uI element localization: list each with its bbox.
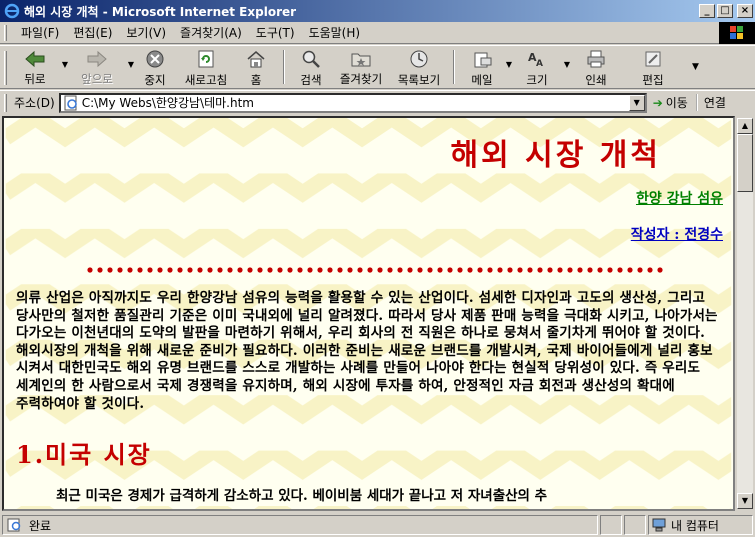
svg-text:A: A (536, 59, 543, 69)
page-viewport[interactable]: 해외 시장 개척 한양 강남 섬유 작성자 : 전경수 의류 산업은 아직까지도… (2, 116, 735, 511)
printer-icon (586, 49, 606, 69)
stop-icon (145, 49, 165, 69)
status-cell (600, 515, 622, 535)
section-heading-usa: 1.미국 시장 (16, 440, 152, 470)
menu-favorites[interactable]: 즐겨찾기(A) (173, 22, 249, 43)
mail-button[interactable]: 메일 ▼ (460, 47, 512, 87)
go-button[interactable]: ➔ 이동 (653, 94, 688, 111)
address-bar: 주소(D) C:\My Webs\한양강남\테마.htm ▼ ➔ 이동 연결 (0, 90, 755, 114)
mail-icon (472, 49, 492, 69)
standard-toolbar: 뒤로 ▼ 앞으로 ▼ 중지 새로고침 홈 검색 즐겨찾기 목록보기 메일 ▼ A… (0, 45, 755, 89)
status-cell (624, 515, 646, 535)
ie-logo-icon (4, 3, 20, 19)
stop-button[interactable]: 중지 (132, 47, 178, 87)
address-input[interactable]: C:\My Webs\한양강남\테마.htm ▼ (58, 92, 647, 113)
menu-view[interactable]: 보기(V) (119, 22, 173, 43)
menu-grip[interactable] (4, 25, 7, 41)
toolbar-separator (453, 50, 455, 84)
intro-paragraph: 의류 산업은 아직까지도 우리 한양강남 섬유의 능력을 활용할 수 있는 산업… (16, 290, 718, 412)
print-button[interactable]: 인쇄 (574, 47, 618, 87)
home-icon (246, 49, 266, 69)
menu-tools[interactable]: 도구(T) (249, 22, 302, 43)
refresh-button[interactable]: 새로고침 (178, 47, 234, 87)
history-icon (409, 49, 429, 69)
back-arrow-icon (24, 49, 46, 68)
toolbar-overflow-icon[interactable]: ▼ (692, 62, 699, 72)
menu-bar: 파일(F) 편집(E) 보기(V) 즐겨찾기(A) 도구(T) 도움말(H) (0, 22, 755, 44)
security-zone: 내 컴퓨터 (671, 518, 719, 533)
menu-file[interactable]: 파일(F) (14, 22, 66, 43)
search-button[interactable]: 검색 (290, 47, 332, 87)
scroll-thumb[interactable] (737, 134, 753, 192)
address-value[interactable]: C:\My Webs\한양강남\테마.htm (82, 94, 629, 111)
refresh-icon (196, 49, 216, 69)
favorites-button[interactable]: 즐겨찾기 (332, 47, 390, 87)
edit-button[interactable]: 편집 (628, 47, 678, 87)
address-label: 주소(D) (14, 96, 55, 110)
my-computer-icon (652, 518, 666, 532)
address-dropdown-icon[interactable]: ▼ (628, 94, 645, 111)
go-arrow-icon: ➔ (652, 95, 663, 110)
forward-arrow-icon (86, 49, 108, 68)
company-link[interactable]: 한양 강남 섬유 (636, 191, 723, 207)
windows-logo-icon (719, 22, 755, 44)
links-toolbar[interactable]: 연결 (695, 94, 726, 111)
section-paragraph-usa: 최근 미국은 경제가 급격하게 감소하고 있다. 베이비붐 세대가 끝나고 저 … (56, 488, 548, 505)
page-title: 해외 시장 개척 (450, 138, 661, 173)
font-size-button[interactable]: AA 크기 ▼ (512, 47, 570, 87)
size-dropdown-icon[interactable]: ▼ (564, 60, 570, 69)
author-link[interactable]: 작성자 : 전경수 (631, 227, 723, 243)
minimize-button[interactable]: _ (699, 4, 715, 18)
forward-button[interactable]: 앞으로 ▼ (68, 47, 134, 87)
address-grip[interactable] (4, 94, 7, 112)
edit-icon (643, 49, 663, 69)
page-done-icon (7, 518, 21, 532)
maximize-button[interactable]: □ (717, 4, 733, 18)
document-body: 해외 시장 개척 한양 강남 섬유 작성자 : 전경수 의류 산업은 아직까지도… (4, 118, 733, 504)
menu-edit[interactable]: 편집(E) (66, 22, 119, 43)
status-text: 완료 (29, 518, 52, 533)
menu-help[interactable]: 도움말(H) (302, 22, 368, 43)
scroll-up-button[interactable]: ▲ (737, 118, 753, 134)
vertical-scrollbar[interactable]: ▲ ▼ (737, 118, 753, 509)
status-bar: 완료 내 컴퓨터 (0, 513, 755, 537)
close-button[interactable]: × (737, 4, 753, 18)
search-icon (301, 49, 321, 69)
home-button[interactable]: 홈 (234, 47, 278, 87)
history-button[interactable]: 목록보기 (390, 47, 448, 87)
back-button[interactable]: 뒤로 ▼ (10, 47, 68, 87)
page-icon (64, 95, 77, 110)
font-size-icon: AA (526, 49, 548, 69)
toolbar-grip[interactable] (4, 51, 7, 85)
toolbar-separator (283, 50, 285, 84)
window-title: 해외 시장 개척 - Microsoft Internet Explorer (24, 4, 297, 19)
title-bar: 해외 시장 개척 - Microsoft Internet Explorer _… (0, 0, 755, 22)
scroll-down-button[interactable]: ▼ (737, 493, 753, 509)
favorites-folder-icon (350, 49, 372, 68)
dotted-divider (87, 267, 663, 273)
